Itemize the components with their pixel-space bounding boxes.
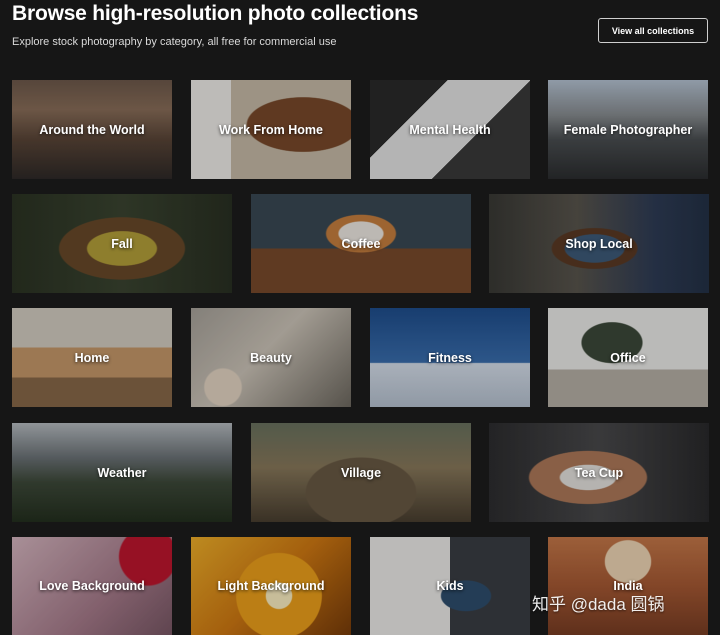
collection-tile-beauty[interactable]: Beauty [191, 308, 351, 407]
collection-label: Weather [97, 465, 147, 480]
collection-tile-around-the-world[interactable]: Around the World [12, 80, 172, 179]
collection-label: Shop Local [565, 236, 633, 251]
collection-label: Fall [111, 236, 133, 251]
collection-label: Female Photographer [563, 122, 693, 137]
collection-tile-shop-local[interactable]: Shop Local [489, 194, 709, 293]
collection-tile-coffee[interactable]: Coffee [251, 194, 471, 293]
collection-label: Love Background [39, 579, 145, 593]
collection-tile-home[interactable]: Home [12, 308, 172, 407]
collection-label: Coffee [341, 236, 381, 251]
collection-tile-work-from-home[interactable]: Work From Home [191, 80, 351, 179]
collection-tile-female-photographer[interactable]: Female Photographer [548, 80, 708, 179]
collection-label: Beauty [250, 350, 292, 365]
collection-label: Light Background [217, 579, 325, 593]
collection-label: Tea Cup [574, 465, 624, 480]
collections-grid: Around the World Work From Home Mental H… [0, 0, 720, 635]
collection-label: Work From Home [219, 122, 323, 137]
collection-tile-love-background[interactable]: Love Background [12, 537, 172, 635]
collection-label: Fitness [428, 350, 472, 365]
collection-tile-light-background[interactable]: Light Background [191, 537, 351, 635]
collection-tile-kids[interactable]: Kids [370, 537, 530, 635]
collection-tile-fall[interactable]: Fall [12, 194, 232, 293]
collection-label: Mental Health [409, 122, 491, 137]
watermark: 知乎 @dada 圆锅 [532, 595, 665, 614]
collection-tile-india[interactable]: India [548, 537, 708, 635]
collection-tile-office[interactable]: Office [548, 308, 708, 407]
collection-label: Village [340, 465, 382, 480]
collection-tile-mental-health[interactable]: Mental Health [370, 80, 530, 179]
collection-tile-tea-cup[interactable]: Tea Cup [489, 423, 709, 522]
collection-tile-fitness[interactable]: Fitness [370, 308, 530, 407]
collection-label: Around the World [39, 122, 145, 137]
collection-label: Kids [436, 579, 464, 593]
collection-tile-village[interactable]: Village [251, 423, 471, 522]
collection-label: Office [610, 350, 646, 365]
collection-tile-weather[interactable]: Weather [12, 423, 232, 522]
collection-label: Home [74, 350, 110, 365]
